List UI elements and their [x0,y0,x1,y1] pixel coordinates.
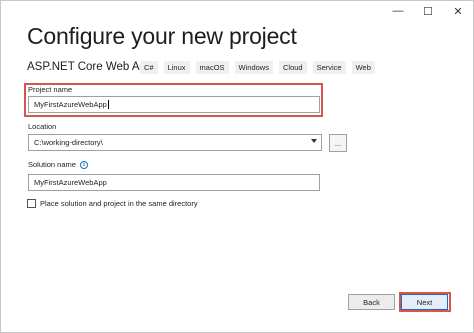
project-name-input[interactable]: MyFirstAzureWebApp [28,96,320,113]
template-tags: C# Linux macOS Windows Cloud Service Web [140,61,381,74]
project-name-value: MyFirstAzureWebApp [34,100,107,109]
solution-name-label-row: Solution name i [28,160,88,170]
chevron-down-icon [311,139,317,143]
tag-csharp: C# [140,61,158,74]
configure-project-dialog: — ☐ ✕ Configure your new project ASP.NET… [0,0,474,333]
template-name: ASP.NET Core Web App [27,61,153,73]
location-label: Location [28,122,57,131]
solution-name-label: Solution name [28,160,76,169]
project-name-label: Project name [28,85,73,94]
maximize-button[interactable]: ☐ [413,1,443,21]
minimize-button[interactable]: — [383,1,413,21]
tag-cloud: Cloud [278,61,307,74]
text-caret [107,100,109,109]
solution-name-input[interactable]: MyFirstAzureWebApp [28,174,320,191]
info-icon[interactable]: i [79,161,88,170]
browse-button[interactable]: ... [329,134,347,152]
page-title: Configure your new project [27,23,297,49]
back-button[interactable]: Back [348,294,395,310]
same-directory-label: Place solution and project in the same d… [40,199,198,208]
tag-windows: Windows [234,61,273,74]
solution-name-value: MyFirstAzureWebApp [34,178,107,187]
tag-macos: macOS [195,61,229,74]
location-value: C:\working-directory\ [34,138,103,147]
tag-service: Service [312,61,346,74]
next-button[interactable]: Next [401,294,448,310]
same-directory-checkbox[interactable] [27,199,36,208]
location-dropdown[interactable]: C:\working-directory\ [28,134,322,151]
tag-linux: Linux [163,61,190,74]
tag-web: Web [351,61,375,74]
close-button[interactable]: ✕ [443,1,473,21]
window-controls: — ☐ ✕ [383,1,473,21]
